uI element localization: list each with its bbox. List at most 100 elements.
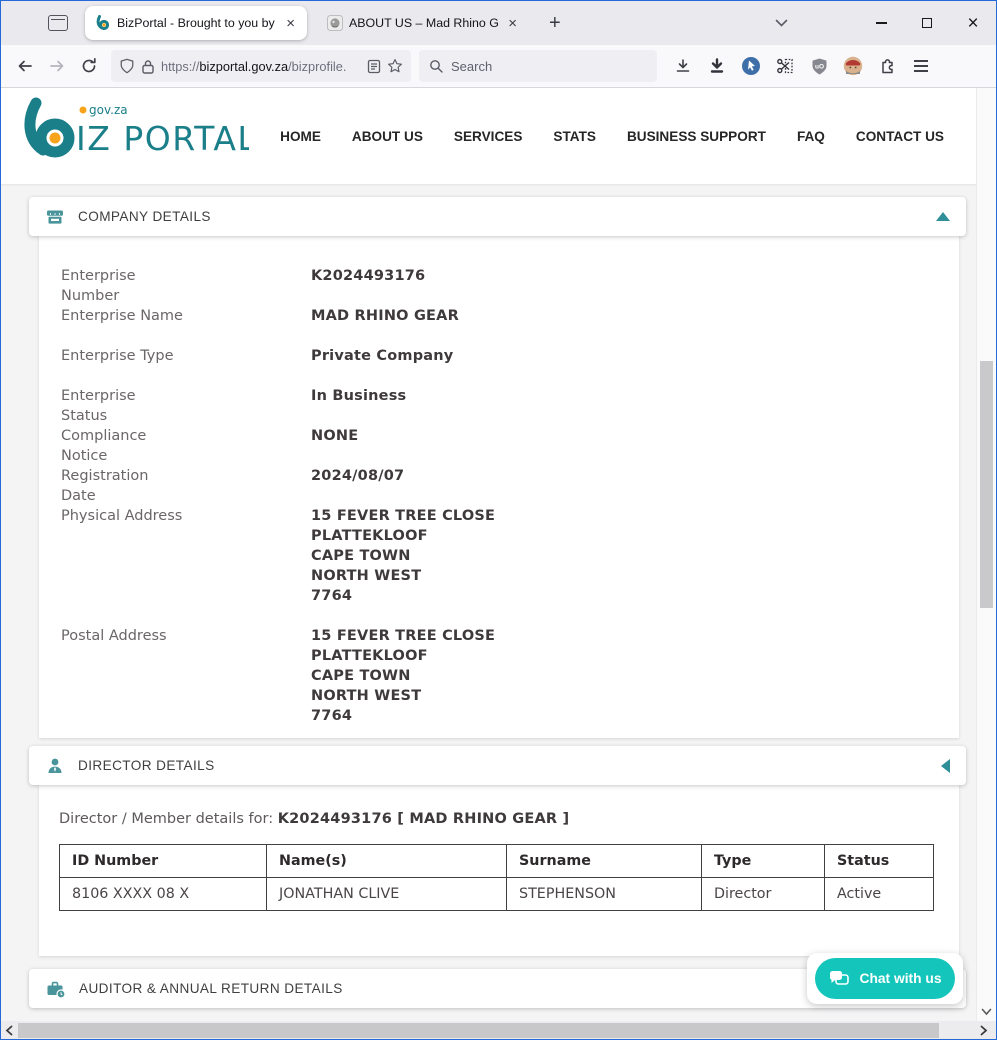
ublock-origin-button[interactable]: uO xyxy=(803,50,835,82)
bizportal-favicon-icon xyxy=(95,15,111,31)
close-window-button[interactable]: × xyxy=(950,1,996,45)
field-label: Enterprise Status xyxy=(61,386,311,426)
column-header-names: Name(s) xyxy=(267,845,507,878)
reload-button[interactable] xyxy=(73,50,105,82)
firefox-view-icon xyxy=(48,15,68,31)
reader-mode-icon[interactable] xyxy=(367,59,381,74)
director-intro: Director / Member details for: K20244931… xyxy=(59,811,939,827)
search-icon xyxy=(429,59,443,73)
ublock-shield-icon: uO xyxy=(810,57,829,76)
company-details-header[interactable]: COMPANY DETAILS xyxy=(29,197,966,236)
hamburger-menu-icon xyxy=(914,60,928,71)
firefox-view-button[interactable] xyxy=(41,6,75,40)
toolbar-extension-icons: uO xyxy=(667,50,937,82)
cell-names: JONATHAN CLIVE xyxy=(267,878,507,911)
collapse-left-icon[interactable] xyxy=(941,759,950,773)
field-enterprise-name: Enterprise Name MAD RHINO GEAR xyxy=(61,306,959,346)
tab-bizportal[interactable]: BizPortal - Brought to you by th × xyxy=(85,6,307,40)
cell-status: Active xyxy=(825,878,934,911)
address-bar[interactable]: https://bizportal.gov.za/bizprofile. xyxy=(111,50,411,82)
pointer-extension-button[interactable] xyxy=(735,50,767,82)
nav-item-home[interactable]: HOME xyxy=(280,129,321,144)
field-label: Enterprise Name xyxy=(61,306,311,346)
scroll-right-icon[interactable] xyxy=(980,1025,988,1036)
vertical-scrollbar-thumb[interactable] xyxy=(980,361,993,608)
nav-item-about-us[interactable]: ABOUT US xyxy=(352,129,423,144)
briefcase-clock-icon xyxy=(45,979,66,999)
scissors-icon xyxy=(775,56,795,76)
tab-strip: BizPortal - Brought to you by th × ABOUT… xyxy=(1,1,996,45)
logo-text: IZ PORTAL xyxy=(76,119,249,158)
back-button[interactable] xyxy=(9,50,41,82)
director-table: ID Number Name(s) Surname Type Status 81… xyxy=(59,844,934,911)
field-value: 15 FEVER TREE CLOSE PLATTEKLOOF CAPE TOW… xyxy=(311,506,495,606)
column-header-surname: Surname xyxy=(507,845,702,878)
downloads-button[interactable] xyxy=(667,50,699,82)
chat-widget: Chat with us xyxy=(807,953,963,1004)
horizontal-scrollbar-thumb[interactable] xyxy=(18,1023,939,1038)
nav-item-contact-us[interactable]: CONTACT US xyxy=(856,129,944,144)
maximize-button[interactable] xyxy=(904,1,950,45)
director-intro-value: K2024493176 [ MAD RHINO GEAR ] xyxy=(278,811,570,827)
person-icon xyxy=(45,756,65,776)
director-details-header[interactable]: DIRECTOR DETAILS xyxy=(29,746,966,785)
tab-close-icon[interactable]: × xyxy=(282,16,299,31)
nav-item-services[interactable]: SERVICES xyxy=(454,129,523,144)
field-enterprise-status: Enterprise Status In Business xyxy=(61,386,959,426)
screenshot-extension-button[interactable] xyxy=(769,50,801,82)
account-avatar-button[interactable] xyxy=(837,50,869,82)
section-title: AUDITOR & ANNUAL RETURN DETAILS xyxy=(79,981,343,996)
nav-item-business-support[interactable]: BUSINESS SUPPORT xyxy=(627,129,766,144)
field-enterprise-number: Enterprise Number K2024493176 xyxy=(61,266,959,306)
cell-surname: STEPHENSON xyxy=(507,878,702,911)
field-physical-address: Physical Address 15 FEVER TREE CLOSE PLA… xyxy=(61,506,959,606)
logo-gov-za: gov.za xyxy=(89,103,128,117)
url-text: https://bizportal.gov.za/bizprofile. xyxy=(161,59,361,74)
column-header-type: Type xyxy=(702,845,825,878)
minimize-icon xyxy=(876,22,887,23)
scroll-down-icon[interactable] xyxy=(981,1008,992,1016)
new-tab-button[interactable]: + xyxy=(537,10,573,37)
scroll-left-icon[interactable] xyxy=(5,1025,13,1036)
field-compliance-notice: Compliance Notice NONE xyxy=(61,426,959,466)
field-label: Enterprise Number xyxy=(61,266,311,306)
field-value: Private Company xyxy=(311,346,453,386)
svg-text:uO: uO xyxy=(814,63,823,70)
nav-item-faq[interactable]: FAQ xyxy=(797,129,825,144)
collapse-up-icon[interactable] xyxy=(936,212,950,221)
director-intro-label: Director / Member details for: xyxy=(59,811,278,827)
tab-title: BizPortal - Brought to you by th xyxy=(117,16,276,30)
download-icon xyxy=(674,57,692,75)
field-value: NONE xyxy=(311,426,358,466)
tab-about-us[interactable]: ABOUT US – Mad Rhino Gear × xyxy=(317,6,529,40)
search-bar[interactable]: Search xyxy=(419,50,657,82)
chevron-down-icon xyxy=(775,19,788,27)
shield-icon xyxy=(119,58,135,74)
tab-close-icon[interactable]: × xyxy=(504,16,521,31)
chat-with-us-button[interactable]: Chat with us xyxy=(815,958,955,999)
minimize-button[interactable] xyxy=(858,1,904,45)
section-title: DIRECTOR DETAILS xyxy=(78,758,215,773)
browser-window: BizPortal - Brought to you by th × ABOUT… xyxy=(0,0,997,1040)
forward-button[interactable] xyxy=(41,50,73,82)
list-all-tabs-button[interactable] xyxy=(761,8,802,38)
site-header: gov.za IZ PORTAL HOME ABOUT US SERVICES … xyxy=(1,88,996,184)
field-value: MAD RHINO GEAR xyxy=(311,306,459,346)
nav-item-stats[interactable]: STATS xyxy=(553,129,596,144)
rhino-favicon-icon xyxy=(327,15,343,31)
forward-icon xyxy=(48,57,66,75)
bookmark-star-icon[interactable] xyxy=(387,58,403,74)
field-value: 15 FEVER TREE CLOSE PLATTEKLOOF CAPE TOW… xyxy=(311,626,495,726)
extensions-button[interactable] xyxy=(871,50,903,82)
horizontal-scrollbar[interactable] xyxy=(1,1021,996,1039)
bizportal-logo[interactable]: gov.za IZ PORTAL xyxy=(19,97,249,168)
vertical-scrollbar[interactable] xyxy=(976,88,996,1021)
field-label: Registration Date xyxy=(61,466,311,506)
director-details-panel: Director / Member details for: K20244931… xyxy=(39,783,959,956)
app-menu-button[interactable] xyxy=(905,50,937,82)
main-navigation: HOME ABOUT US SERVICES STATS BUSINESS SU… xyxy=(280,129,944,144)
close-icon: × xyxy=(967,14,978,33)
table-row: 8106 XXXX 08 X JONATHAN CLIVE STEPHENSON… xyxy=(60,878,934,911)
video-downloader-button[interactable] xyxy=(701,50,733,82)
table-header-row: ID Number Name(s) Surname Type Status xyxy=(60,845,934,878)
